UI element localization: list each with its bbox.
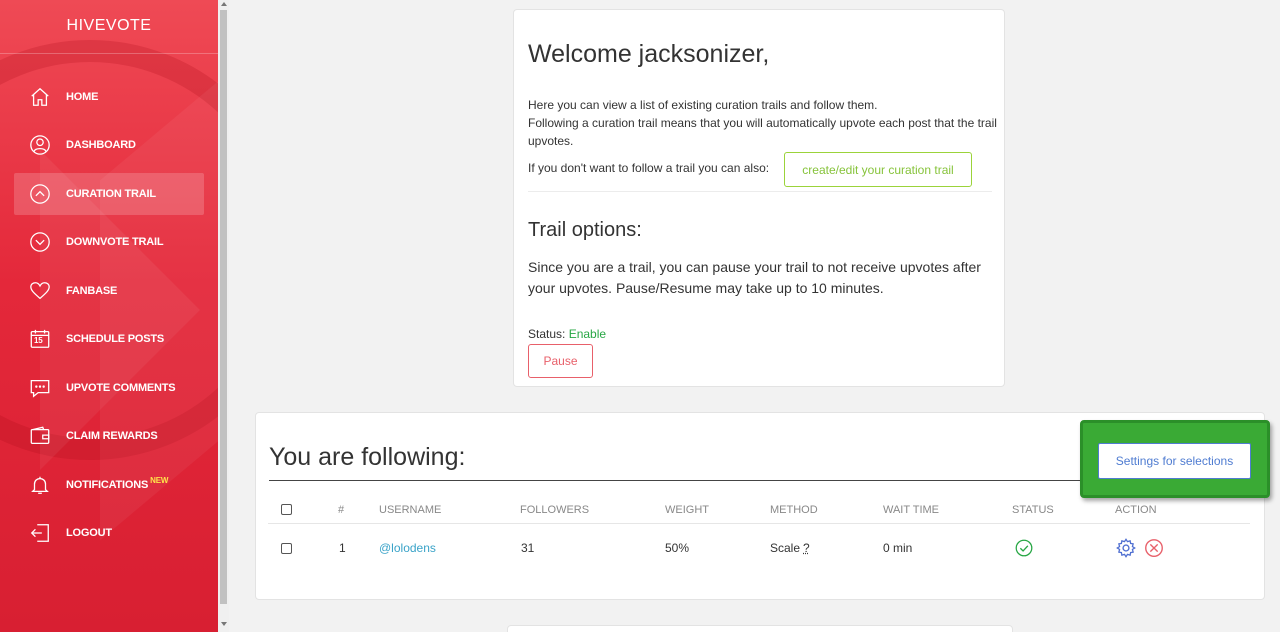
sidebar-item-upvote-comments[interactable]: UPVOTE COMMENTS [14, 367, 204, 409]
column-header[interactable]: STATUS [1012, 496, 1054, 523]
calendar-day: 15 [34, 336, 43, 345]
sidebar-item-label: CURATION TRAIL [66, 188, 156, 200]
logout-icon [28, 521, 52, 545]
welcome-title: Welcome jacksonizer, [528, 40, 770, 68]
chevron-up-circle-icon [28, 182, 52, 206]
sidebar-item-fanbase[interactable]: FANBASE [14, 270, 204, 312]
select-all-cell [281, 496, 292, 523]
trail-options-text: Since you are a trail, you can pause you… [528, 259, 981, 296]
action-cell [1115, 530, 1165, 566]
intro-line: Here you can view a list of existing cur… [528, 98, 878, 112]
row-number: 1 [339, 541, 346, 555]
pause-button[interactable]: Pause [528, 344, 593, 378]
sidebar-item-label: SCHEDULE POSTS [66, 333, 165, 345]
sidebar-item-label: LOGOUT [66, 527, 112, 539]
next-card-edge [507, 625, 1013, 632]
column-header[interactable]: FOLLOWERS [520, 496, 589, 523]
status-label: Status: [528, 327, 566, 341]
wait-time-value: 0 min [883, 541, 913, 555]
new-badge: NEW [150, 475, 169, 485]
comment-icon [28, 376, 52, 400]
row-checkbox[interactable] [281, 542, 292, 554]
table-row: 1 @lolodens 31 50% Scale ? 0 min [268, 530, 1250, 566]
divider [528, 191, 992, 192]
status-cell [1013, 530, 1035, 566]
welcome-intro: Here you can view a list of existing cur… [528, 96, 998, 150]
method-value: Scale [770, 541, 801, 555]
column-header[interactable]: USERNAME [379, 496, 441, 523]
method-cell: Scale ? [770, 530, 810, 566]
column-header[interactable]: WEIGHT [665, 496, 709, 523]
column-header[interactable]: # [338, 496, 344, 523]
scroll-down-icon[interactable] [221, 622, 227, 626]
sidebar-item-label: NOTIFICATIONS [66, 479, 149, 491]
home-icon [28, 85, 52, 109]
alternative-text: If you don't want to follow a trail you … [528, 161, 770, 175]
column-header[interactable]: ACTION [1115, 496, 1157, 523]
select-cell [281, 530, 292, 566]
method-help-tooltip[interactable]: ? [803, 541, 810, 555]
following-title: You are following: [269, 443, 466, 471]
table-header: # USERNAME FOLLOWERS WEIGHT METHOD WAIT … [268, 496, 1250, 524]
brand-title[interactable]: HIVEVOTE [0, 0, 218, 54]
check-circle-icon [1015, 539, 1033, 557]
followers-count: 31 [521, 541, 535, 555]
select-all-checkbox[interactable] [281, 504, 292, 515]
column-header[interactable]: METHOD [770, 496, 818, 523]
welcome-card: Welcome jacksonizer, Here you can view a… [513, 9, 1005, 387]
sidebar-item-home[interactable]: HOME [14, 76, 204, 118]
bell-icon [28, 473, 52, 497]
gear-icon[interactable] [1115, 537, 1137, 559]
sidebar-item-label: FANBASE [66, 285, 118, 297]
sidebar-item-label: HOME [66, 91, 99, 103]
sidebar-item-schedule-posts[interactable]: 15 SCHEDULE POSTS [14, 318, 204, 360]
close-circle-icon[interactable] [1143, 537, 1165, 559]
sidebar-scrollbar-thumb[interactable] [220, 10, 227, 604]
weight-value: 50% [665, 541, 690, 555]
sidebar-item-label: DASHBOARD [66, 139, 136, 151]
username-link[interactable]: @lolodens [379, 530, 436, 566]
trail-options-title: Trail options: [528, 219, 642, 241]
sidebar-item-claim-rewards[interactable]: CLAIM REWARDS [14, 415, 204, 457]
sidebar-item-logout[interactable]: LOGOUT [14, 512, 204, 554]
sidebar-item-label: CLAIM REWARDS [66, 430, 158, 442]
sidebar: HIVEVOTE HOME DASHBOARD CURATION TRAIL D… [0, 0, 218, 632]
create-edit-trail-button[interactable]: create/edit your curation trail [784, 152, 972, 187]
settings-for-selections-button[interactable]: Settings for selections [1098, 443, 1251, 479]
sidebar-item-notifications[interactable]: NOTIFICATIONS NEW [14, 464, 204, 506]
wallet-icon [28, 424, 52, 448]
column-header[interactable]: WAIT TIME [883, 496, 939, 523]
trail-status: Status: Enable [528, 327, 606, 341]
intro-line: Following a curation trail means that yo… [528, 116, 997, 148]
sidebar-item-label: UPVOTE COMMENTS [66, 382, 176, 394]
heart-icon [28, 279, 52, 303]
user-circle-icon [28, 133, 52, 157]
sidebar-item-label: DOWNVOTE TRAIL [66, 236, 164, 248]
sidebar-item-dashboard[interactable]: DASHBOARD [14, 124, 204, 166]
status-value: Enable [568, 327, 607, 341]
calendar-icon: 15 [28, 327, 52, 351]
chevron-down-circle-icon [28, 230, 52, 254]
sidebar-item-curation-trail[interactable]: CURATION TRAIL [14, 173, 204, 215]
scroll-up-icon[interactable] [221, 2, 227, 6]
sidebar-item-downvote-trail[interactable]: DOWNVOTE TRAIL [14, 221, 204, 263]
